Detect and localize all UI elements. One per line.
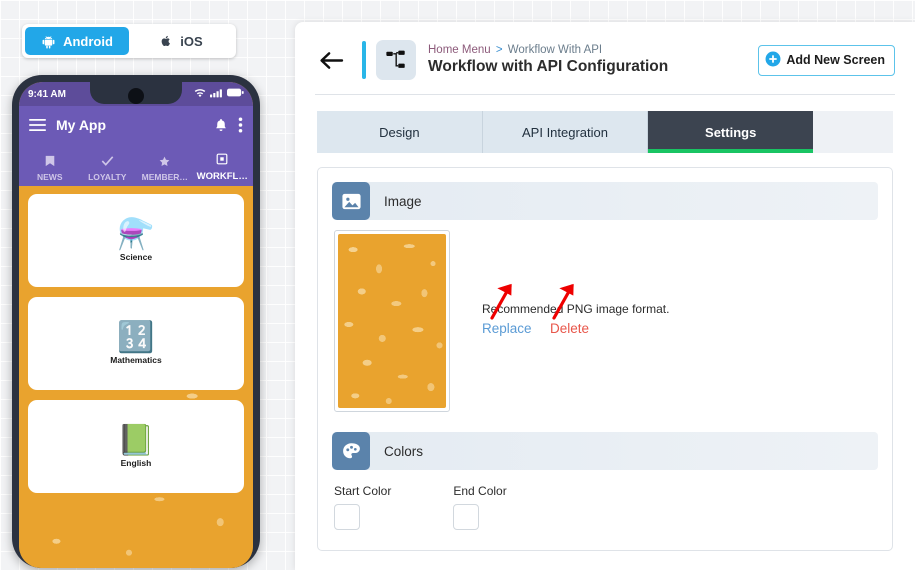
device-preview-pane: Android iOS 9:41 AM My App NEWS LOYALTY … bbox=[0, 0, 295, 570]
annotation-arrows bbox=[484, 278, 594, 327]
tab-settings-label: Settings bbox=[705, 124, 757, 140]
image-thumbnail-preview bbox=[338, 234, 446, 408]
configuration-panel: Home Menu > Workflow With API Workflow w… bbox=[295, 22, 915, 570]
bookmark-icon bbox=[44, 155, 56, 169]
end-color-label: End Color bbox=[453, 484, 507, 498]
phone-app-title: My App bbox=[56, 117, 107, 133]
add-new-screen-button[interactable]: Add New Screen bbox=[758, 44, 895, 76]
configuration-tabs: Design API Integration Settings bbox=[317, 111, 894, 153]
tab-settings[interactable]: Settings bbox=[648, 111, 814, 153]
tab-design[interactable]: Design bbox=[317, 111, 483, 153]
breadcrumb-current: Workflow With API bbox=[507, 44, 603, 56]
bell-icon[interactable] bbox=[214, 118, 228, 133]
apple-icon bbox=[159, 33, 173, 49]
phone-tab-workflow[interactable]: WORKFL… bbox=[194, 153, 252, 182]
subject-card-label: Mathematics bbox=[110, 354, 162, 365]
phone-content-area: ⚗️ Science 🔢 Mathematics 📗 English bbox=[19, 186, 253, 568]
image-thumbnail[interactable] bbox=[334, 230, 450, 412]
battery-icon bbox=[227, 88, 244, 100]
subject-card-label: Science bbox=[119, 251, 153, 262]
phone-tab-strip: NEWS LOYALTY MEMBER… WORKFL… bbox=[19, 144, 253, 186]
cellular-signal-icon bbox=[210, 88, 223, 101]
phone-tab-news[interactable]: NEWS bbox=[21, 155, 79, 182]
subject-card-mathematics[interactable]: 🔢 Mathematics bbox=[28, 297, 244, 390]
breadcrumb-parent[interactable]: Home Menu bbox=[428, 44, 491, 56]
end-color-field: End Color bbox=[453, 484, 507, 530]
phone-button-mute[interactable] bbox=[257, 165, 260, 199]
phone-button-volume[interactable] bbox=[257, 220, 260, 276]
subject-card-science[interactable]: ⚗️ Science bbox=[28, 194, 244, 287]
subject-card-label: English bbox=[120, 457, 152, 468]
platform-tab-ios-label: iOS bbox=[180, 33, 203, 49]
start-color-swatch[interactable] bbox=[334, 504, 360, 530]
platform-switch: Android iOS bbox=[22, 24, 236, 58]
tab-design-label: Design bbox=[379, 124, 420, 140]
plus-circle-icon bbox=[765, 51, 781, 70]
hamburger-menu-icon[interactable] bbox=[29, 118, 46, 132]
workflow-diagram-icon bbox=[376, 40, 416, 80]
colors-section-header: Colors bbox=[332, 432, 878, 470]
phone-mockup: 9:41 AM My App NEWS LOYALTY MEMBER… WORK… bbox=[12, 75, 260, 568]
phone-tab-loyalty[interactable]: LOYALTY bbox=[79, 155, 137, 182]
palette-icon bbox=[332, 432, 370, 470]
header-accent-bar bbox=[362, 41, 366, 79]
platform-tab-android[interactable]: Android bbox=[25, 27, 129, 55]
panel-header: Home Menu > Workflow With API Workflow w… bbox=[295, 22, 915, 94]
workflow-square-icon bbox=[216, 153, 228, 168]
front-camera-icon bbox=[128, 88, 144, 104]
colors-section-body: Start Color End Color bbox=[332, 470, 878, 530]
start-color-field: Start Color bbox=[334, 484, 391, 530]
image-icon bbox=[332, 182, 370, 220]
phone-tab-loyalty-label: LOYALTY bbox=[88, 172, 127, 182]
tab-api-integration[interactable]: API Integration bbox=[482, 111, 649, 153]
platform-tab-android-label: Android bbox=[63, 33, 113, 49]
breadcrumb: Home Menu > Workflow With API bbox=[428, 44, 758, 56]
status-bar-time: 9:41 AM bbox=[28, 88, 66, 100]
phone-button-power[interactable] bbox=[257, 287, 260, 343]
colors-section-title: Colors bbox=[384, 443, 424, 459]
more-vertical-icon[interactable] bbox=[238, 117, 243, 133]
phone-app-bar: My App bbox=[19, 106, 253, 144]
end-color-swatch[interactable] bbox=[453, 504, 480, 530]
tab-strip-filler bbox=[813, 111, 894, 153]
english-book-icon: 📗 bbox=[117, 423, 155, 457]
breadcrumb-separator: > bbox=[495, 44, 503, 56]
star-icon bbox=[159, 156, 170, 169]
header-divider bbox=[315, 94, 895, 95]
settings-panel: Image Recommended PNG image format. Repl… bbox=[317, 167, 893, 551]
phone-tab-workflow-label: WORKFL… bbox=[196, 171, 248, 182]
android-icon bbox=[41, 34, 56, 49]
phone-tab-membership-label: MEMBER… bbox=[141, 172, 188, 182]
start-color-label: Start Color bbox=[334, 484, 392, 498]
back-arrow-icon[interactable] bbox=[319, 51, 344, 70]
check-icon bbox=[101, 155, 114, 169]
platform-tab-ios[interactable]: iOS bbox=[129, 27, 233, 55]
image-section-body: Recommended PNG image format. Replace De… bbox=[332, 220, 878, 412]
add-new-screen-label: Add New Screen bbox=[786, 53, 885, 67]
science-flask-icon: ⚗️ bbox=[117, 217, 155, 251]
phone-tab-membership[interactable]: MEMBER… bbox=[136, 156, 194, 182]
phone-tab-news-label: NEWS bbox=[37, 172, 63, 182]
wifi-icon bbox=[194, 88, 206, 101]
subject-card-english[interactable]: 📗 English bbox=[28, 400, 244, 493]
image-section-header: Image bbox=[332, 182, 878, 220]
tab-api-integration-label: API Integration bbox=[522, 124, 608, 140]
phone-screen: 9:41 AM My App NEWS LOYALTY MEMBER… WORK… bbox=[19, 82, 253, 568]
mathematics-numbers-icon: 🔢 bbox=[117, 320, 155, 354]
page-title: Workflow with API Configuration bbox=[428, 58, 669, 75]
image-section-title: Image bbox=[384, 193, 422, 209]
